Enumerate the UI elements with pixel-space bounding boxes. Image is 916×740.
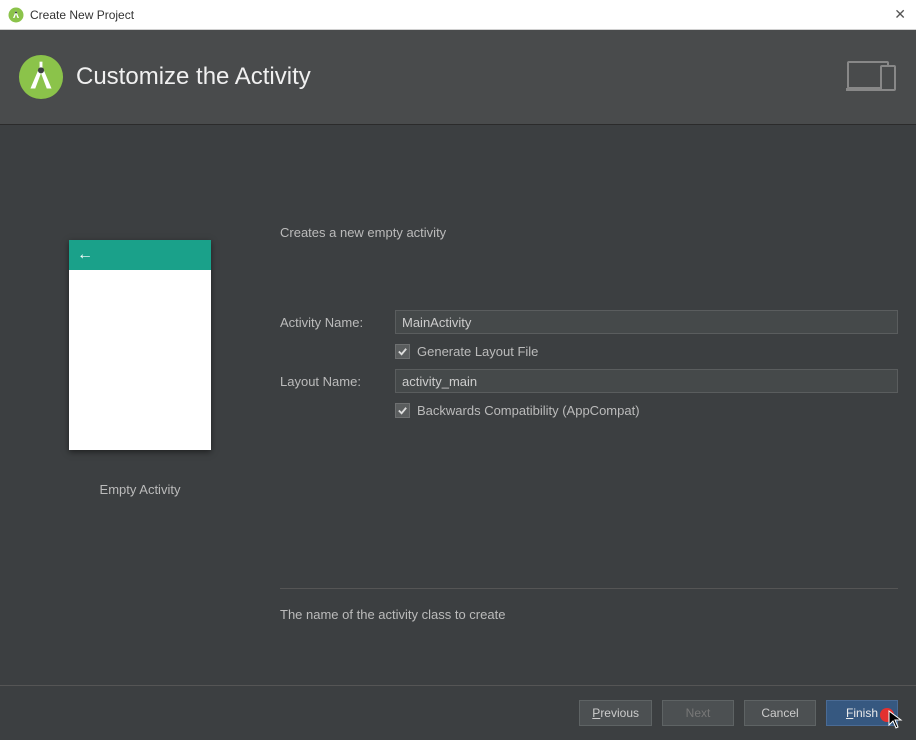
- form-description: Creates a new empty activity: [280, 225, 898, 240]
- activity-name-input[interactable]: [395, 310, 898, 334]
- window-title: Create New Project: [30, 8, 134, 22]
- phone-preview: ←: [69, 240, 211, 450]
- backwards-compat-label: Backwards Compatibility (AppCompat): [417, 403, 640, 418]
- device-preview-icon: [846, 58, 898, 94]
- activity-name-label: Activity Name:: [280, 315, 395, 330]
- back-arrow-icon: ←: [77, 246, 93, 264]
- cancel-button[interactable]: Cancel: [744, 700, 816, 726]
- wizard-footer: Previous Next Cancel Finish: [0, 685, 916, 740]
- app-logo-icon: [8, 7, 24, 23]
- next-button: Next: [662, 700, 734, 726]
- generate-layout-checkbox[interactable]: [395, 344, 410, 359]
- checkmark-icon: [397, 346, 408, 357]
- checkmark-icon: [397, 405, 408, 416]
- form-panel: Creates a new empty activity Activity Na…: [280, 125, 916, 685]
- finish-button-rest: inish: [853, 706, 878, 720]
- close-icon[interactable]: ✕: [894, 6, 906, 23]
- page-title: Customize the Activity: [76, 63, 311, 91]
- form-hint: The name of the activity class to create: [280, 607, 898, 622]
- preview-panel: ← Empty Activity: [0, 125, 280, 685]
- divider: [280, 588, 898, 589]
- wizard-header: Customize the Activity: [0, 30, 916, 125]
- layout-name-input[interactable]: [395, 369, 898, 393]
- window-titlebar: Create New Project ✕: [0, 0, 916, 30]
- preview-label: Empty Activity: [100, 482, 181, 497]
- cursor-arrow-icon: [888, 710, 904, 730]
- generate-layout-label: Generate Layout File: [417, 344, 538, 359]
- layout-name-label: Layout Name:: [280, 374, 395, 389]
- backwards-compat-checkbox[interactable]: [395, 403, 410, 418]
- previous-button-rest: revious: [600, 706, 639, 720]
- previous-button[interactable]: Previous: [579, 700, 652, 726]
- preview-appbar: ←: [69, 240, 211, 270]
- android-studio-logo-icon: [18, 54, 64, 100]
